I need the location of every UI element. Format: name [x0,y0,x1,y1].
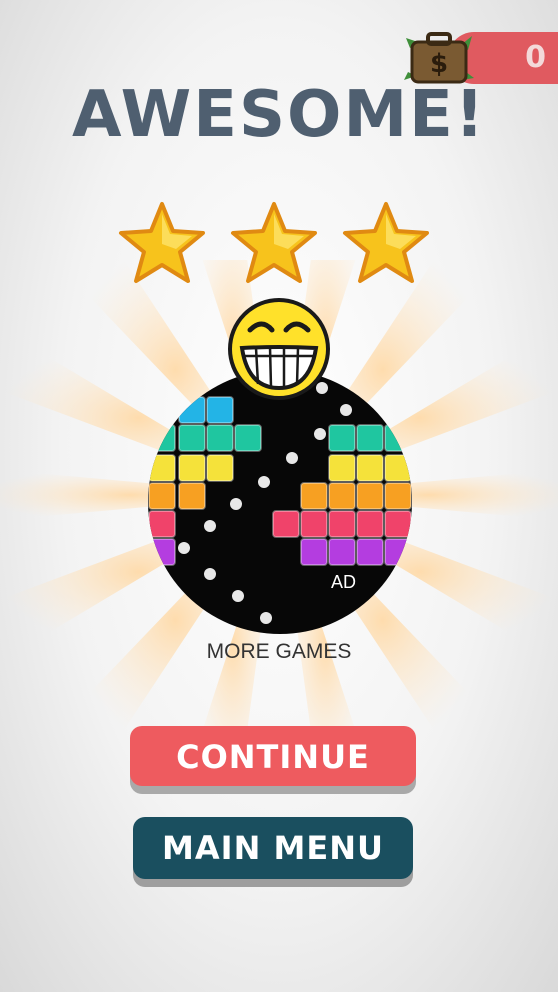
brick [178,454,206,482]
coin-count: 0 [525,40,546,75]
brick [356,538,384,566]
brick [234,424,262,452]
brick [148,482,176,510]
brick [384,510,412,538]
ball [260,612,272,624]
brick [328,510,356,538]
ball [232,590,244,602]
ball [178,542,190,554]
brick [300,510,328,538]
ball [314,428,326,440]
brick [328,482,356,510]
brick [328,454,356,482]
brick [148,510,176,538]
ad-label: AD [331,572,357,592]
ball [204,520,216,532]
main-menu-button[interactable]: MAIN MENU [133,817,413,879]
brick [300,482,328,510]
ball [286,452,298,464]
brick [178,482,206,510]
result-title: AWESOME! [71,78,487,152]
ball [204,568,216,580]
more-games-ad[interactable] [148,370,412,634]
brick [272,510,300,538]
more-games-caption[interactable]: MORE GAMES [0,640,558,664]
star-icon-2 [231,202,317,283]
continue-button[interactable]: CONTINUE [130,726,416,786]
ball [230,498,242,510]
grinning-face-icon [228,298,330,400]
svg-text:$: $ [430,49,448,79]
brick [328,424,356,452]
brick [356,454,384,482]
brick [206,424,234,452]
brick-breaker-ad-art [148,382,412,624]
brick [206,454,234,482]
star-icon-1 [119,202,205,283]
brick [356,482,384,510]
brick [178,424,206,452]
brick [300,538,328,566]
brick [328,538,356,566]
star-icon-3 [343,202,429,283]
brick [356,424,384,452]
ball [258,476,270,488]
star-rating [118,200,430,284]
brick [356,510,384,538]
ball [340,404,352,416]
brick [384,482,412,510]
